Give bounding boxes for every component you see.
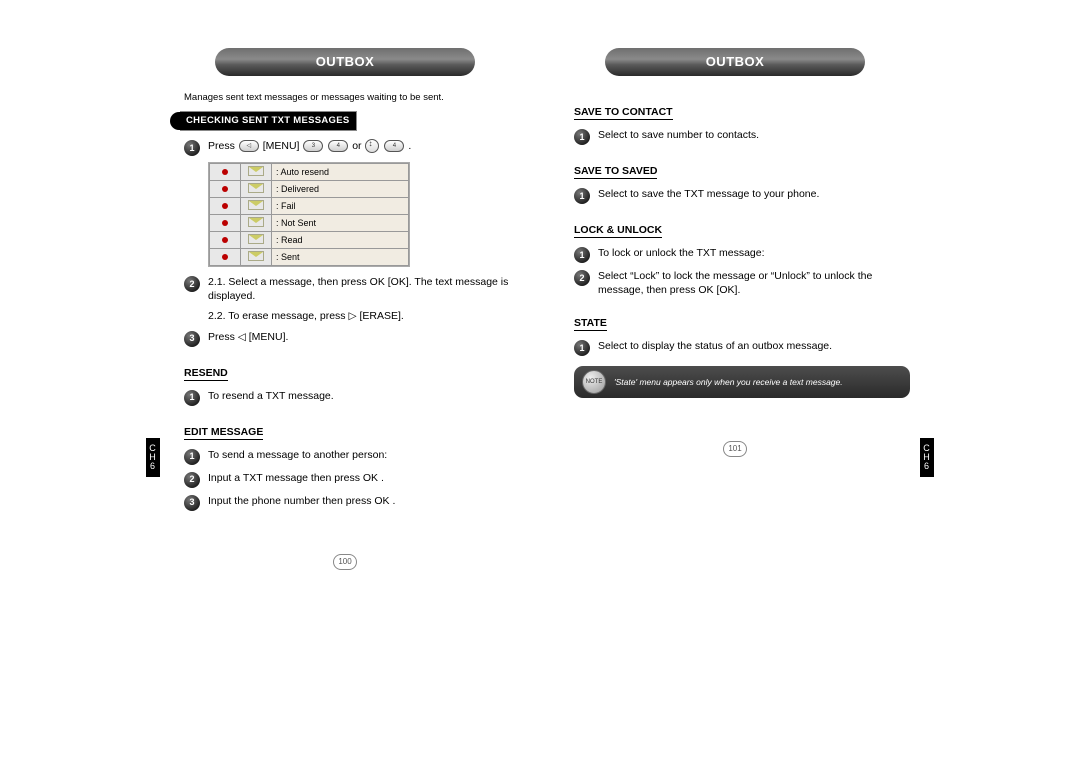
step: 1 Select to display the status of an out…	[560, 339, 910, 356]
softkey-icon: ◁	[239, 140, 259, 152]
step-number: 1	[574, 247, 590, 263]
step: 1 To send a message to another person:	[170, 448, 520, 465]
subsection-head: LOCK & UNLOCK	[574, 224, 662, 238]
step-number: 2	[184, 276, 200, 292]
step: 3 Input the phone number then press OK .	[170, 494, 520, 511]
page-number: 100	[170, 551, 520, 570]
right-page: CH6 OUTBOX SAVE TO CONTACT 1 Select to s…	[560, 48, 910, 570]
chapter-tab-left: CH6	[146, 438, 160, 477]
page-title-right: OUTBOX	[605, 48, 865, 76]
step-number: 1	[574, 129, 590, 145]
phone-status-legend: : Auto resend : Delivered : Fail : Not S…	[208, 162, 410, 267]
step: 2 2.1. Select a message, then press OK […	[170, 275, 520, 324]
step: 1 Select to save number to contacts.	[560, 128, 910, 145]
chapter-tab-right: CH6	[920, 438, 934, 477]
step: 1 Select to save the TXT message to your…	[560, 187, 910, 204]
step: 1 To lock or unlock the TXT message:	[560, 246, 910, 263]
scroll-icon	[365, 139, 379, 153]
page-number: 101	[560, 438, 910, 457]
step-number: 1	[184, 449, 200, 465]
step: 2 Input a TXT message then press OK .	[170, 471, 520, 488]
number-key-icon: 4	[384, 140, 404, 152]
step: 1 Press ◁ [MENU] 3 4 or 4 .	[170, 139, 520, 156]
step: 1 To resend a TXT message.	[170, 389, 520, 406]
step-number: 2	[574, 270, 590, 286]
note-icon: NOTE	[582, 370, 606, 394]
section-header: CHECKING SENT TXT MESSAGES	[170, 111, 520, 131]
subsection-head: SAVE TO SAVED	[574, 165, 657, 179]
step-number: 1	[574, 340, 590, 356]
step-number: 2	[184, 472, 200, 488]
manual-spread: CH6 OUTBOX Manages sent text messages or…	[0, 0, 1080, 570]
step-number: 1	[574, 188, 590, 204]
step-number: 3	[184, 331, 200, 347]
number-key-icon: 4	[328, 140, 348, 152]
step: 3 Press ◁ [MENU].	[170, 330, 520, 347]
note-strip: NOTE 'State' menu appears only when you …	[574, 366, 910, 398]
page-title-left: OUTBOX	[215, 48, 475, 76]
key-label: [MENU]	[263, 140, 300, 152]
intro-text: Manages sent text messages or messages w…	[184, 92, 520, 103]
step: 2 Select “Lock” to lock the message or “…	[560, 269, 910, 297]
subsection-head: RESEND	[184, 367, 228, 381]
step-number: 3	[184, 495, 200, 511]
subsection-head: SAVE TO CONTACT	[574, 106, 673, 120]
left-page: CH6 OUTBOX Manages sent text messages or…	[170, 48, 520, 570]
subsection-head: EDIT MESSAGE	[184, 426, 263, 440]
step-number: 1	[184, 390, 200, 406]
subsection-head: STATE	[574, 317, 607, 331]
step-number: 1	[184, 140, 200, 156]
number-key-icon: 3	[303, 140, 323, 152]
